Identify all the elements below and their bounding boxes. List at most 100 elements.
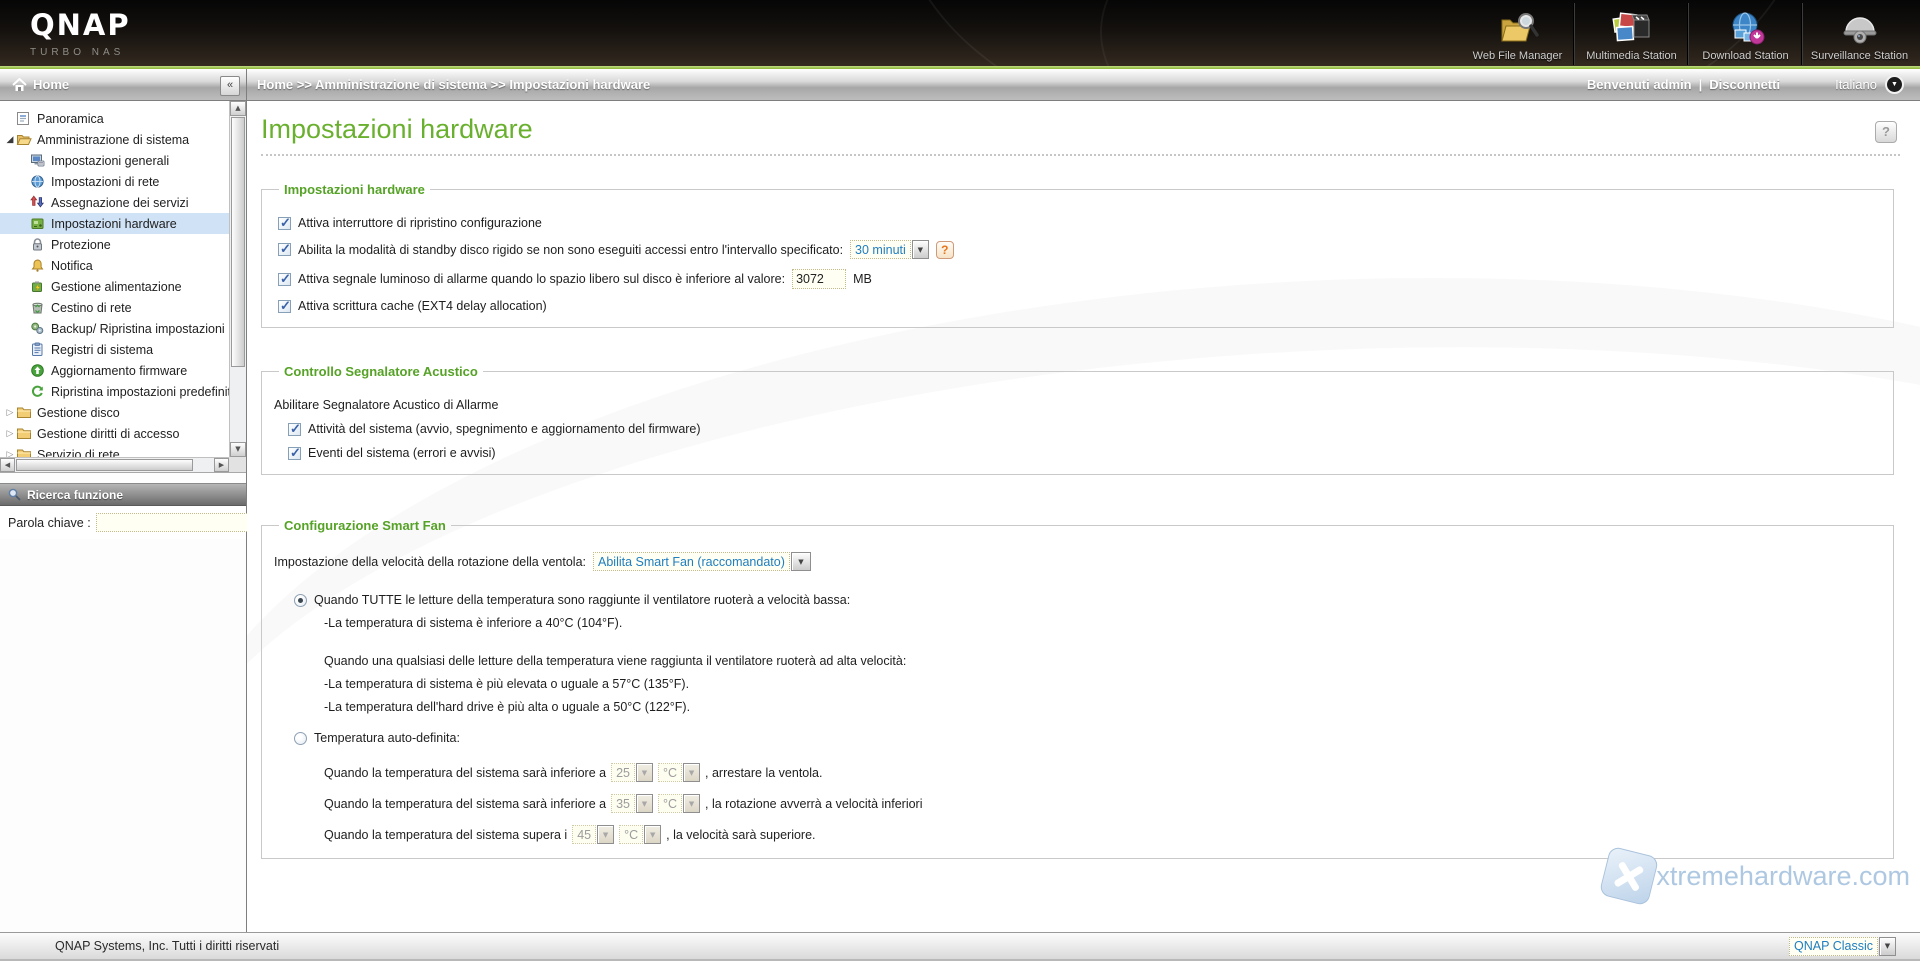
sidebar-item-cestino-di-rete[interactable]: Cestino di rete	[0, 297, 229, 318]
fan-mode-value: Abilita Smart Fan (raccomandato)	[593, 552, 790, 571]
sidebar-item-label: Aggiornamento firmware	[51, 364, 187, 378]
sidebar-item-protezione[interactable]: Protezione	[0, 234, 229, 255]
overview-icon	[16, 111, 32, 126]
unit-select-2[interactable]: °C▼	[658, 794, 700, 813]
sidebar-collapse-button[interactable]: «	[220, 76, 240, 96]
sidebar-item-registri-di-sistema[interactable]: Registri di sistema	[0, 339, 229, 360]
hdd-standby-row: Abilita la modalità di standby disco rig…	[278, 240, 1883, 259]
theme-value: QNAP Classic	[1789, 937, 1878, 956]
folder-open-icon	[16, 132, 32, 147]
smart-fan-radio[interactable]	[294, 594, 307, 607]
temperature-select-1[interactable]: 25▼	[611, 763, 653, 782]
dropdown-arrow-icon[interactable]: ▼	[597, 825, 614, 844]
sidebar-item-label: Notifica	[51, 259, 93, 273]
horizontal-scroll-thumb[interactable]	[16, 459, 193, 471]
tree-collapsed-icon[interactable]: ▷	[4, 450, 16, 458]
temperature-select-3[interactable]: 45▼	[572, 825, 614, 844]
standby-interval-select[interactable]: 30 minuti ▼	[850, 240, 929, 259]
sidebar-item-ripristina-impostazioni-predefinite[interactable]: Ripristina impostazioni predefinite	[0, 381, 229, 402]
buzzer-intro-row: Abilitare Segnalatore Acustico di Allarm…	[274, 398, 1883, 412]
station-web-file-manager[interactable]: Web File Manager	[1461, 3, 1574, 65]
page-title: Impostazioni hardware	[261, 114, 1920, 145]
sidebar-item-panoramica[interactable]: Panoramica	[0, 108, 229, 129]
sidebar-item-aggiornamento-firmware[interactable]: Aggiornamento firmware	[0, 360, 229, 381]
unit-select-1[interactable]: °C▼	[658, 763, 700, 782]
dropdown-arrow-icon[interactable]: ▼	[683, 763, 700, 782]
smart-fan-line1: -La temperatura di sistema è inferiore a…	[324, 616, 1883, 630]
keyword-input[interactable]	[96, 513, 259, 532]
sidebar-item-label: Ripristina impostazioni predefinite	[51, 385, 229, 399]
custom-temp-row-1: Quando la temperatura del sistema sarà i…	[324, 763, 1883, 782]
system-activity-label: Attività del sistema (avvio, spegnimento…	[308, 422, 701, 436]
sidebar-item-impostazioni-di-rete[interactable]: Impostazioni di rete	[0, 171, 229, 192]
sidebar-item-impostazioni-hardware[interactable]: Impostazioni hardware	[0, 213, 229, 234]
folder-closed-icon	[16, 426, 32, 441]
logout-link[interactable]: Disconnetti	[1709, 77, 1780, 92]
sidebar-item-gestione-alimentazione[interactable]: Gestione alimentazione	[0, 276, 229, 297]
temperature-select-2-value: 35	[611, 794, 635, 813]
service-assignment-icon	[30, 195, 46, 210]
scroll-left-button[interactable]: ◀	[0, 458, 15, 472]
buzzer-intro-label: Abilitare Segnalatore Acustico di Allarm…	[274, 398, 498, 412]
standby-help-icon[interactable]: ?	[936, 241, 954, 259]
sidebar-item-backup-ripristina-impostazioni[interactable]: Backup/ Ripristina impostazioni	[0, 318, 229, 339]
scroll-down-button[interactable]: ▼	[230, 442, 246, 457]
sidebar-item-impostazioni-generali[interactable]: Impostazioni generali	[0, 150, 229, 171]
dropdown-arrow-icon[interactable]: ▼	[912, 240, 929, 259]
system-activity-checkbox[interactable]	[288, 423, 301, 436]
dropdown-arrow-icon[interactable]: ▼	[1879, 937, 1896, 956]
home-icon	[12, 78, 27, 92]
custom-temp-radio[interactable]	[294, 732, 307, 745]
reset-switch-checkbox[interactable]	[278, 217, 291, 230]
language-dropdown-icon[interactable]: ▼	[1885, 75, 1904, 94]
station-label: Multimedia Station	[1586, 50, 1677, 62]
smart-fan-line2-text: Quando una qualsiasi delle letture della…	[324, 654, 906, 668]
dropdown-arrow-icon[interactable]: ▼	[683, 794, 700, 813]
turbo-nas-subtitle: TURBO NAS	[30, 47, 131, 58]
dropdown-arrow-icon[interactable]: ▼	[791, 552, 811, 571]
system-events-checkbox[interactable]	[288, 447, 301, 460]
sidebar-item-gestione-disco[interactable]: ▷Gestione disco	[0, 402, 229, 423]
temperature-select-2[interactable]: 35▼	[611, 794, 653, 813]
station-multimedia-station[interactable]: Multimedia Station	[1574, 3, 1688, 65]
tree-horizontal-scrollbar[interactable]: ◀ ▶	[0, 457, 229, 472]
smart-fan-legend: Configurazione Smart Fan	[279, 518, 451, 533]
tree-collapsed-icon[interactable]: ▷	[4, 429, 16, 439]
firmware-update-icon	[30, 363, 46, 378]
smart-fan-line4-text: -La temperatura dell'hard drive è più al…	[324, 700, 690, 714]
disk-alarm-threshold-input[interactable]	[792, 269, 846, 289]
disk-alarm-checkbox[interactable]	[278, 273, 291, 286]
sidebar-item-notifica[interactable]: Notifica	[0, 255, 229, 276]
tree-expanded-icon[interactable]: ◢	[4, 135, 16, 145]
theme-select[interactable]: QNAP Classic ▼	[1789, 937, 1896, 956]
custom-temp-radio-row: Temperatura auto-definita:	[294, 731, 1883, 745]
scroll-up-button[interactable]: ▲	[230, 101, 246, 116]
temperature-select-1-value: 25	[611, 763, 635, 782]
sidebar-item-gestione-diritti-di-accesso[interactable]: ▷Gestione diritti di accesso	[0, 423, 229, 444]
station-download-station[interactable]: Download Station	[1688, 3, 1802, 65]
dropdown-arrow-icon[interactable]: ▼	[644, 825, 661, 844]
scrollbar-corner	[229, 457, 246, 472]
dropdown-arrow-icon[interactable]: ▼	[636, 794, 653, 813]
write-cache-checkbox[interactable]	[278, 300, 291, 313]
watermark-text: xtremehardware.com	[1656, 861, 1910, 892]
hdd-standby-checkbox[interactable]	[278, 243, 291, 256]
tree-vertical-scrollbar[interactable]: ▲ ▼	[229, 101, 246, 457]
vertical-scroll-thumb[interactable]	[231, 117, 245, 367]
custom-temp-suffix: , la velocità sarà superiore.	[666, 828, 815, 842]
sidebar-item-label: Assegnazione dei servizi	[51, 196, 189, 210]
fan-mode-select[interactable]: Abilita Smart Fan (raccomandato) ▼	[593, 552, 811, 571]
tree-collapsed-icon[interactable]: ▷	[4, 408, 16, 418]
page-help-button[interactable]: ?	[1875, 121, 1897, 143]
station-surveillance-station[interactable]: Surveillance Station	[1802, 3, 1916, 65]
sidebar-item-amministrazione-di-sistema[interactable]: ◢Amministrazione di sistema	[0, 129, 229, 150]
search-icon	[8, 488, 21, 501]
hardware-settings-icon	[30, 216, 46, 231]
dropdown-arrow-icon[interactable]: ▼	[636, 763, 653, 782]
scroll-right-button[interactable]: ▶	[214, 458, 229, 472]
sidebar-item-assegnazione-dei-servizi[interactable]: Assegnazione dei servizi	[0, 192, 229, 213]
sidebar-item-servizio-di-rete[interactable]: ▷Servizio di rete	[0, 444, 229, 457]
qnap-admin-window: QNAP TURBO NAS Web File ManagerMultimedi…	[0, 0, 1920, 961]
custom-temp-suffix: , la rotazione avverrà a velocità inferi…	[705, 797, 922, 811]
unit-select-3[interactable]: °C▼	[619, 825, 661, 844]
